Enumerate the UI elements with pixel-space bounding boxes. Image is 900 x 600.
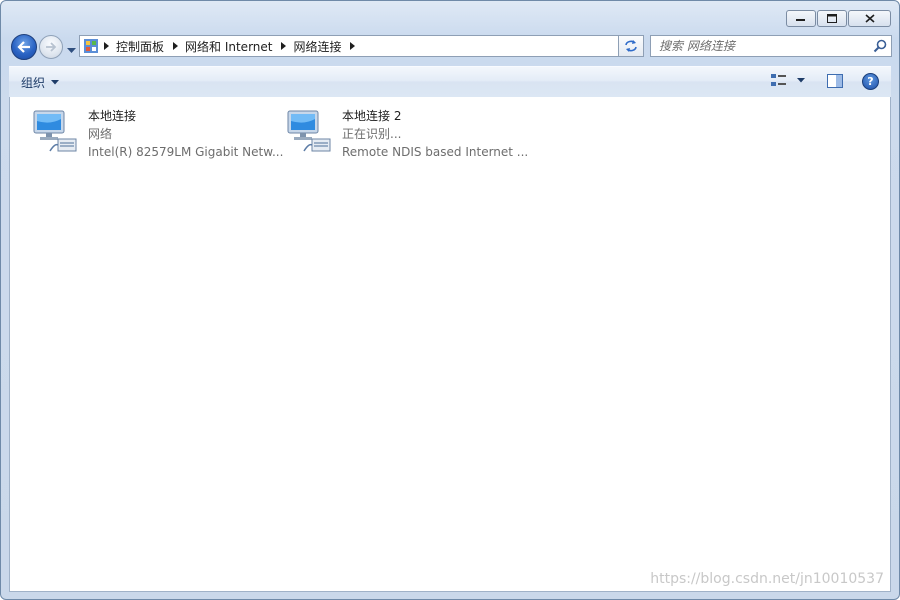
organize-menu-button[interactable]: 组织: [21, 74, 60, 91]
preview-pane-button[interactable]: [827, 74, 843, 91]
connection-status: 正在识别...: [342, 127, 402, 141]
connection-name: 本地连接: [88, 109, 137, 123]
search-box: [650, 35, 892, 57]
breadcrumb-network-internet[interactable]: 网络和 Internet: [182, 38, 276, 55]
search-icon[interactable]: [873, 39, 887, 53]
help-icon: ?: [867, 75, 874, 88]
back-button[interactable]: [11, 34, 37, 60]
caption-buttons: [786, 10, 891, 27]
address-bar[interactable]: 控制面板 网络和 Internet 网络连接: [79, 35, 644, 57]
minimize-button[interactable]: [786, 10, 816, 27]
search-input[interactable]: [651, 36, 869, 56]
view-tiles-icon: [771, 74, 786, 86]
chevron-right-icon[interactable]: [99, 42, 113, 50]
explorer-window: 控制面板 网络和 Internet 网络连接 搜索 网络连接 组织 ? 本地连接…: [0, 0, 900, 600]
connection-item[interactable]: 本地连接 2 正在识别... Remote NDIS based Interne…: [272, 105, 528, 161]
arrow-left-icon: [17, 41, 30, 53]
recent-pages-dropdown[interactable]: [67, 43, 76, 57]
breadcrumb-network-connections[interactable]: 网络连接: [290, 38, 345, 55]
organize-label: 组织: [21, 76, 46, 90]
close-button[interactable]: [848, 10, 891, 27]
preview-pane-icon: [827, 74, 843, 88]
connection-device: Remote NDIS based Internet ...: [342, 145, 529, 159]
command-bar: 组织 ?: [9, 66, 891, 98]
network-adapter-icon: [287, 110, 331, 152]
change-view-button[interactable]: [771, 73, 805, 87]
arrow-right-icon: [46, 42, 57, 52]
breadcrumb-control-panel[interactable]: 控制面板: [113, 38, 168, 55]
connection-name: 本地连接 2: [342, 109, 402, 123]
chevron-right-icon[interactable]: [168, 42, 182, 50]
connections-list: 本地连接 网络 Intel(R) 82579LM Gigabit Netw...…: [9, 97, 891, 592]
chevron-down-icon: [51, 80, 60, 85]
watermark: https://blog.csdn.net/jn10010537: [650, 571, 884, 587]
control-panel-icon: [84, 39, 98, 53]
help-button[interactable]: ?: [862, 73, 879, 90]
connection-device: Intel(R) 82579LM Gigabit Netw...: [88, 145, 284, 159]
chevron-down-icon: [797, 77, 805, 82]
network-adapter-icon: [33, 110, 77, 152]
connection-item[interactable]: 本地连接 网络 Intel(R) 82579LM Gigabit Netw...: [18, 105, 283, 161]
refresh-button[interactable]: [618, 35, 644, 57]
connection-status: 网络: [88, 127, 113, 141]
chevron-right-icon[interactable]: [276, 42, 290, 50]
chevron-right-icon[interactable]: [346, 42, 360, 50]
refresh-icon: [625, 40, 637, 52]
breadcrumb: 控制面板 网络和 Internet 网络连接: [99, 36, 360, 56]
forward-button[interactable]: [39, 35, 63, 59]
chevron-down-icon: [67, 48, 76, 53]
navigation-row: 控制面板 网络和 Internet 网络连接: [9, 34, 892, 60]
maximize-button[interactable]: [817, 10, 847, 27]
